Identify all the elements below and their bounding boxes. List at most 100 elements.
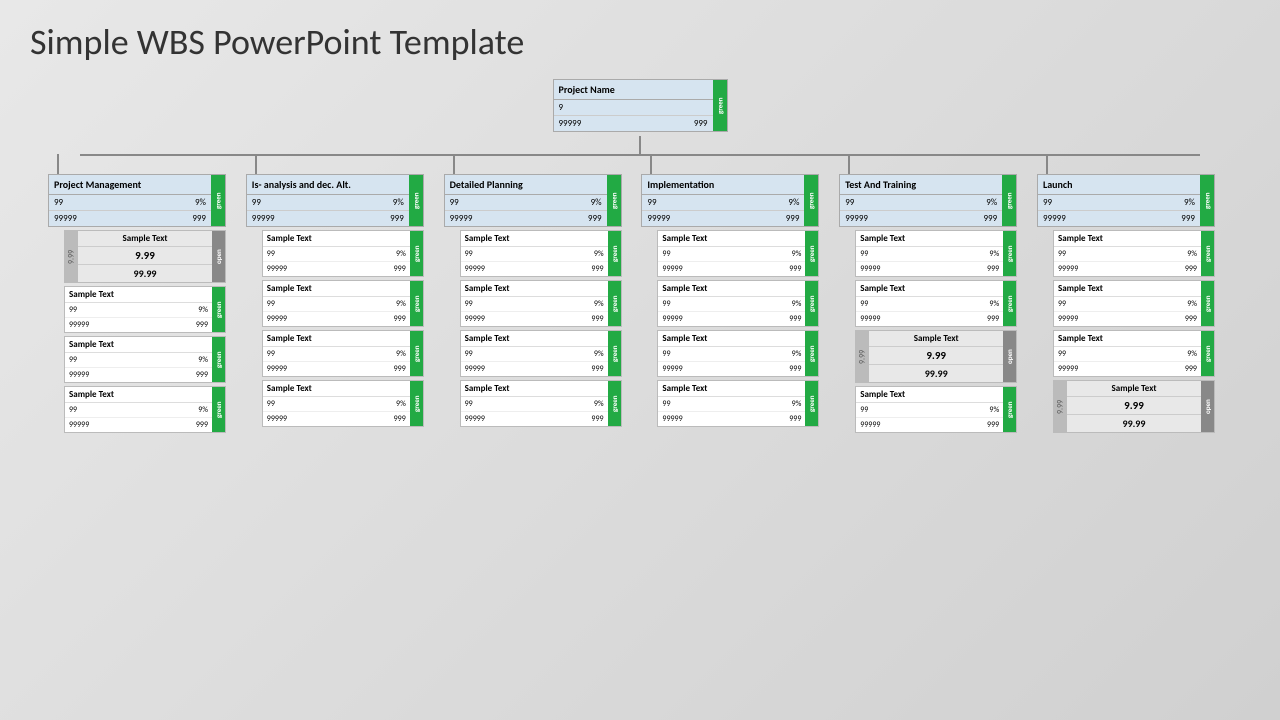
sub-header-pm-1: Sample Text [65, 287, 212, 303]
sub-header-is-1: Sample Text [263, 281, 410, 297]
sub-item-is-2: Sample Text999%99999999green [262, 330, 424, 377]
columns-area: Project Management999%99999999green9.99S… [30, 154, 1250, 436]
root-r2-left: 99999 [559, 118, 582, 129]
sub-item-impl-3: Sample Text999%99999999green [657, 380, 819, 427]
l2-header-impl: Implementation [642, 175, 804, 195]
sub-item-impl-0: Sample Text999%99999999green [657, 230, 819, 277]
l2-row2-is: 99999999 [247, 211, 409, 226]
root-card: Project Name 9 99999 999 green [553, 79, 728, 132]
sub-gray-tt-2: 9.99Sample Text9.9999.99open [855, 330, 1017, 383]
vstub-launch [1046, 154, 1048, 174]
sub-header-launch-0: Sample Text [1054, 231, 1201, 247]
page-container: Simple WBS PowerPoint Template Project N… [0, 0, 1280, 720]
l2-header-dp: Detailed Planning [445, 175, 607, 195]
l2-row2-pm: 99999999 [49, 211, 211, 226]
l2-card-launch: Launch999%99999999green [1037, 174, 1215, 227]
sub-item-tt-0: Sample Text999%99999999green [855, 230, 1017, 277]
l2-card-tt: Test And Training999%99999999green [839, 174, 1017, 227]
sub-header-dp-2: Sample Text [461, 331, 608, 347]
h-connector [80, 154, 1200, 156]
sub-header-pm-2: Sample Text [65, 337, 212, 353]
sub-item-dp-0: Sample Text999%99999999green [460, 230, 622, 277]
sub-item-impl-2: Sample Text999%99999999green [657, 330, 819, 377]
l2-row1-is: 999% [247, 195, 409, 211]
sub-item-dp-3: Sample Text999%99999999green [460, 380, 622, 427]
l2-main-is: Is- analysis and dec. Alt.999%99999999 [247, 175, 409, 226]
root-vline [639, 136, 641, 154]
sub-header-dp-3: Sample Text [461, 381, 608, 397]
l2-header-pm: Project Management [49, 175, 211, 195]
l2-row2-impl: 99999999 [642, 211, 804, 226]
page-title: Simple WBS PowerPoint Template [30, 20, 1250, 64]
sub-gray-pm-0: 9.99Sample Text9.9999.99open [64, 230, 226, 283]
root-card-main: Project Name 9 99999 999 [554, 80, 713, 131]
root-row: Project Name 9 99999 999 green [30, 79, 1250, 154]
sub-item-launch-0: Sample Text999%99999999green [1053, 230, 1215, 277]
col-is: Is- analysis and dec. Alt.999%99999999gr… [246, 154, 441, 436]
sub-item-pm-1: Sample Text999%99999999green [64, 286, 226, 333]
l2-badge-tt: green [1002, 175, 1016, 226]
l2-main-dp: Detailed Planning999%99999999 [445, 175, 607, 226]
l2-header-launch: Launch [1038, 175, 1200, 195]
sub-header-tt-0: Sample Text [856, 231, 1003, 247]
sub-header-tt-3: Sample Text [856, 387, 1003, 403]
sub-item-tt-3: Sample Text999%99999999green [855, 386, 1017, 433]
vstub-pm [57, 154, 59, 174]
l2-card-impl: Implementation999%99999999green [641, 174, 819, 227]
col-pm: Project Management999%99999999green9.99S… [48, 154, 243, 436]
sub-header-pm-3: Sample Text [65, 387, 212, 403]
l2-row2-launch: 99999999 [1038, 211, 1200, 226]
sub-header-impl-1: Sample Text [658, 281, 805, 297]
l2-row1-tt: 999% [840, 195, 1002, 211]
l2-row1-pm: 999% [49, 195, 211, 211]
wbs-tree: Project Name 9 99999 999 green [30, 79, 1250, 436]
sub-item-impl-1: Sample Text999%99999999green [657, 280, 819, 327]
sub-header-tt-1: Sample Text [856, 281, 1003, 297]
col-launch: Launch999%99999999greenSample Text999%99… [1037, 154, 1232, 436]
sub-header-is-0: Sample Text [263, 231, 410, 247]
root-wrapper: Project Name 9 99999 999 green [553, 79, 728, 154]
sub-item-is-3: Sample Text999%99999999green [262, 380, 424, 427]
sub-header-impl-0: Sample Text [658, 231, 805, 247]
sub-header-impl-3: Sample Text [658, 381, 805, 397]
root-val: 9 [559, 102, 564, 113]
sub-header-dp-0: Sample Text [461, 231, 608, 247]
l2-main-tt: Test And Training999%99999999 [840, 175, 1002, 226]
l2-badge-dp: green [607, 175, 621, 226]
col-tt: Test And Training999%99999999greenSample… [839, 154, 1034, 436]
l2-badge-impl: green [804, 175, 818, 226]
sub-item-launch-1: Sample Text999%99999999green [1053, 280, 1215, 327]
sub-item-launch-2: Sample Text999%99999999green [1053, 330, 1215, 377]
sub-header-is-3: Sample Text [263, 381, 410, 397]
l2-badge-pm: green [211, 175, 225, 226]
sub-header-launch-1: Sample Text [1054, 281, 1201, 297]
sub-item-is-0: Sample Text999%99999999green [262, 230, 424, 277]
vstub-tt [848, 154, 850, 174]
l2-badge-is: green [409, 175, 423, 226]
sub-item-tt-1: Sample Text999%99999999green [855, 280, 1017, 327]
sub-header-is-2: Sample Text [263, 331, 410, 347]
col-dp: Detailed Planning999%99999999green Sample… [444, 154, 639, 436]
vstub-is [255, 154, 257, 174]
sub-gray-launch-3: 9.99Sample Text9.9999.99open [1053, 380, 1215, 433]
l2-header-tt: Test And Training [840, 175, 1002, 195]
l2-card-is: Is- analysis and dec. Alt.999%99999999gr… [246, 174, 424, 227]
l2-row2-tt: 99999999 [840, 211, 1002, 226]
connector-area: Project Management999%99999999green9.99S… [30, 154, 1250, 436]
sub-header-launch-2: Sample Text [1054, 331, 1201, 347]
l2-row1-impl: 999% [642, 195, 804, 211]
sub-item-pm-3: Sample Text999%99999999green [64, 386, 226, 433]
vstub-dp [453, 154, 455, 174]
l2-header-is: Is- analysis and dec. Alt. [247, 175, 409, 195]
root-r2-right: 999 [694, 118, 708, 129]
l2-main-impl: Implementation999%99999999 [642, 175, 804, 226]
sub-item-is-1: Sample Text999%99999999green [262, 280, 424, 327]
l2-row1-dp: 999% [445, 195, 607, 211]
sub-item-pm-2: Sample Text999%99999999green [64, 336, 226, 383]
l2-card-pm: Project Management999%99999999green [48, 174, 226, 227]
sub-item-dp-2: Sample Text999%99999999green [460, 330, 622, 377]
root-row2: 99999 999 [554, 116, 713, 131]
sub-item-dp-1: Sample Text999%99999999green [460, 280, 622, 327]
l2-row2-dp: 99999999 [445, 211, 607, 226]
l2-main-pm: Project Management999%99999999 [49, 175, 211, 226]
